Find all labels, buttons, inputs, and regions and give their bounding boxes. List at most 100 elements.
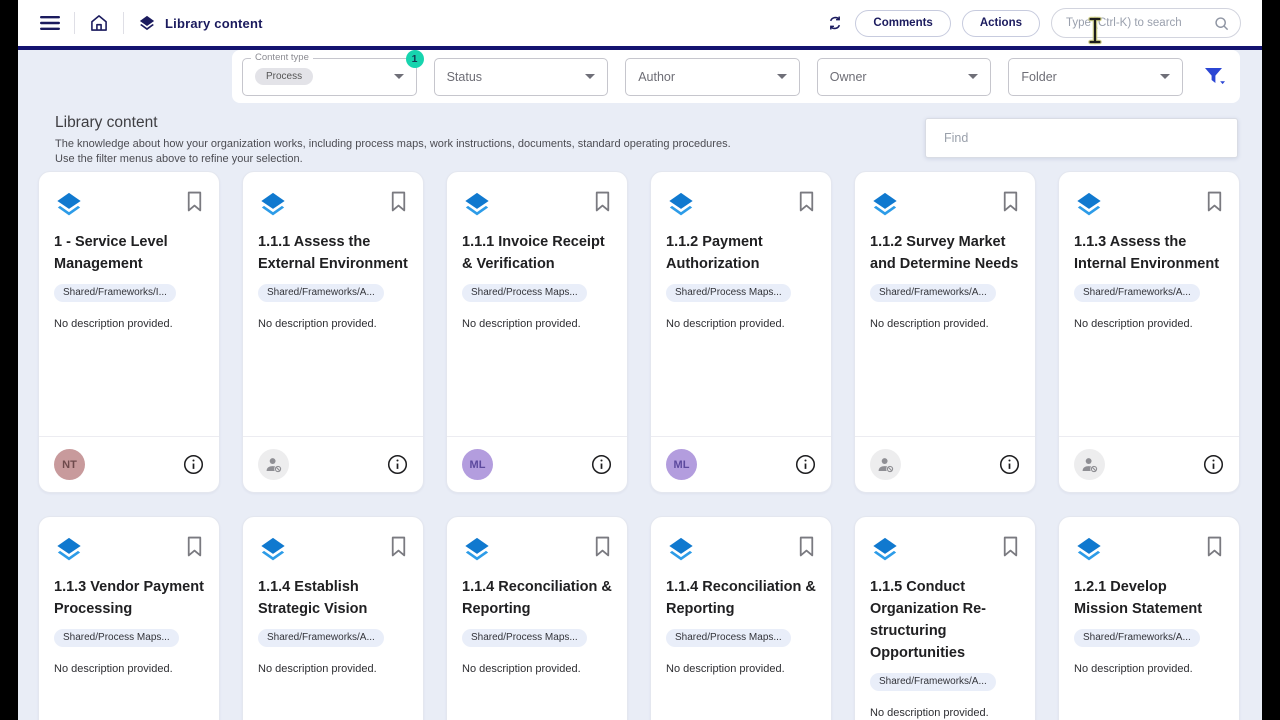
card-description: No description provided. [1074,318,1224,330]
card-title: 1.2.1 Develop Mission Statement [1074,576,1224,620]
card-path-chip: Shared/Frameworks/I... [54,284,176,302]
card-description: No description provided. [462,318,612,330]
layers-icon [138,14,156,32]
info-icon[interactable] [1203,454,1224,475]
comments-button[interactable]: Comments [855,10,950,37]
library-card[interactable]: 1.1.3 Vendor Payment Processing Shared/P… [38,516,220,720]
home-icon[interactable] [89,13,109,33]
find-box[interactable] [925,118,1238,158]
bookmark-icon[interactable] [389,536,408,557]
bookmark-icon[interactable] [185,191,204,212]
folder-filter[interactable]: Folder [1008,58,1183,96]
info-icon[interactable] [999,454,1020,475]
library-card[interactable]: 1.2.1 Develop Mission Statement Shared/F… [1058,516,1240,720]
card-title: 1.1.5 Conduct Organization Re-structurin… [870,576,1020,664]
global-search-input[interactable] [1066,17,1213,29]
process-layers-icon [462,191,492,218]
person-off-icon [1080,455,1099,474]
library-card[interactable]: 1 - Service Level Management Shared/Fram… [38,171,220,493]
owner-label: Owner [830,70,867,84]
bookmark-icon[interactable] [389,191,408,212]
card-path-chip: Shared/Process Maps... [666,284,791,302]
library-card[interactable]: 1.1.5 Conduct Organization Re-structurin… [854,516,1036,720]
card-footer: NT [39,436,219,492]
card-path-chip: Shared/Process Maps... [666,629,791,647]
library-card[interactable]: 1.1.1 Invoice Receipt & Verification Sha… [446,171,628,493]
bookmark-icon[interactable] [593,536,612,557]
info-icon[interactable] [183,454,204,475]
page-title: Library content [55,114,910,132]
status-label: Status [447,70,482,84]
process-layers-icon [666,191,696,218]
bookmark-icon[interactable] [797,536,816,557]
actions-button[interactable]: Actions [962,10,1040,37]
library-card[interactable]: 1.1.4 Reconciliation & Reporting Shared/… [446,516,628,720]
bookmark-icon[interactable] [593,191,612,212]
card-title: 1.1.4 Reconciliation & Reporting [462,576,612,620]
filter-count-badge: 1 [406,50,424,68]
divider [123,12,124,34]
owner-filter[interactable]: Owner [817,58,992,96]
letterbox-left [0,0,18,720]
content-type-filter[interactable]: Content type Process 1 [242,58,417,96]
card-path-chip: Shared/Process Maps... [462,629,587,647]
card-footer: ML [447,436,627,492]
library-card[interactable]: 1.1.4 Reconciliation & Reporting Shared/… [650,516,832,720]
page-header: Library content The knowledge about how … [55,114,910,167]
info-icon[interactable] [387,454,408,475]
library-card[interactable]: 1.1.3 Assess the Internal Environment Sh… [1058,171,1240,493]
card-title: 1.1.3 Vendor Payment Processing [54,576,204,620]
bookmark-icon[interactable] [1001,191,1020,212]
card-description: No description provided. [462,663,612,675]
chevron-down-icon [777,74,787,79]
bookmark-icon[interactable] [797,191,816,212]
card-footer: ML [651,436,831,492]
card-title: 1.1.4 Establish Strategic Vision [258,576,408,620]
bookmark-icon[interactable] [1205,536,1224,557]
info-icon[interactable] [795,454,816,475]
card-grid: 1 - Service Level Management Shared/Fram… [38,171,1240,720]
bookmark-icon[interactable] [1001,536,1020,557]
person-off-icon [876,455,895,474]
library-card[interactable]: 1.1.2 Survey Market and Determine Needs … [854,171,1036,493]
process-layers-icon [54,536,84,563]
avatar-initials: NT [62,459,77,471]
card-description: No description provided. [258,663,408,675]
bookmark-icon[interactable] [1205,191,1224,212]
chevron-down-icon [585,74,595,79]
library-card[interactable]: 1.1.2 Payment Authorization Shared/Proce… [650,171,832,493]
card-title: 1.1.1 Invoice Receipt & Verification [462,231,612,275]
library-card[interactable]: 1.1.4 Establish Strategic Vision Shared/… [242,516,424,720]
card-title: 1.1.4 Reconciliation & Reporting [666,576,816,620]
refresh-icon[interactable] [826,14,844,32]
content-type-selected-chip[interactable]: Process [255,68,313,85]
process-layers-icon [870,191,900,218]
find-input[interactable] [944,131,1219,145]
card-description: No description provided. [258,318,408,330]
author-filter[interactable]: Author [625,58,800,96]
library-card[interactable]: 1.1.1 Assess the External Environment Sh… [242,171,424,493]
search-icon[interactable] [1213,15,1230,32]
card-title: 1.1.1 Assess the External Environment [258,231,408,275]
card-path-chip: Shared/Frameworks/A... [870,673,996,691]
process-layers-icon [462,536,492,563]
card-description: No description provided. [54,663,204,675]
top-navbar: Library content Comments Actions [18,0,1262,46]
status-filter[interactable]: Status [434,58,609,96]
hamburger-menu-icon[interactable] [40,15,60,31]
process-layers-icon [54,191,84,218]
card-description: No description provided. [870,707,1020,719]
global-search-box[interactable] [1051,8,1241,38]
card-path-chip: Shared/Frameworks/A... [258,284,384,302]
filter-funnel-icon[interactable] [1200,66,1230,88]
card-path-chip: Shared/Process Maps... [54,629,179,647]
content-type-label: Content type [251,52,313,63]
chevron-down-icon [1160,74,1170,79]
process-layers-icon [666,536,696,563]
bookmark-icon[interactable] [185,536,204,557]
avatar [258,449,289,480]
folder-label: Folder [1021,70,1056,84]
avatar-initials: ML [674,459,690,471]
card-footer [243,436,423,492]
info-icon[interactable] [591,454,612,475]
